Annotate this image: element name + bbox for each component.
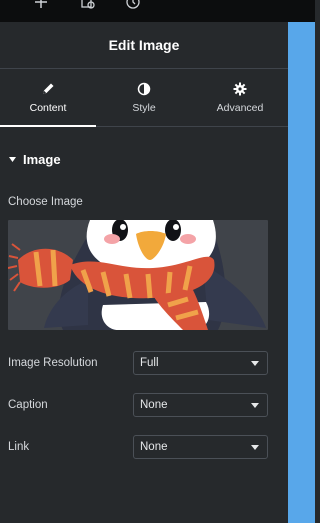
top-toolbar xyxy=(0,0,288,22)
image-preview[interactable] xyxy=(8,220,268,330)
field-caption: Caption None xyxy=(8,393,268,417)
pencil-icon xyxy=(43,83,54,94)
dropdown-arrow-icon xyxy=(251,444,259,450)
field-image-resolution: Image Resolution Full xyxy=(8,351,268,375)
caption-label: Caption xyxy=(8,399,48,411)
link-label: Link xyxy=(8,441,30,453)
image-resolution-value: Full xyxy=(140,357,159,369)
dropdown-arrow-icon xyxy=(251,360,259,366)
panel-tabs: Content Style Advanced xyxy=(0,69,288,127)
tab-content-label: Content xyxy=(29,101,67,114)
history-icon[interactable] xyxy=(125,0,141,10)
panel-title: Edit Image xyxy=(108,37,180,53)
section-title: Image xyxy=(23,151,61,167)
dropdown-arrow-icon xyxy=(251,402,259,408)
section-image-toggle[interactable]: Image xyxy=(0,151,288,167)
tab-content[interactable]: Content xyxy=(0,69,96,127)
canvas-accent-area xyxy=(288,22,315,523)
caption-select[interactable]: None xyxy=(133,393,268,417)
caption-value: None xyxy=(140,399,168,411)
image-resolution-select[interactable]: Full xyxy=(133,351,268,375)
tab-style-label: Style xyxy=(132,101,156,114)
tab-advanced[interactable]: Advanced xyxy=(192,69,288,126)
penguin-illustration xyxy=(8,220,266,330)
caret-down-icon xyxy=(9,156,16,162)
plus-icon[interactable] xyxy=(33,0,49,10)
link-value: None xyxy=(140,441,168,453)
settings-file-icon[interactable] xyxy=(80,0,96,10)
editor-panel: Edit Image Content Style Advanced Image … xyxy=(0,22,288,523)
image-resolution-label: Image Resolution xyxy=(8,357,98,369)
half-circle-icon xyxy=(137,82,151,95)
link-select[interactable]: None xyxy=(133,435,268,459)
choose-image-label: Choose Image xyxy=(8,196,83,208)
tab-advanced-label: Advanced xyxy=(216,101,264,114)
tab-style[interactable]: Style xyxy=(96,69,192,126)
field-link: Link None xyxy=(8,435,268,459)
canvas-preview-edge xyxy=(288,0,315,523)
panel-header: Edit Image xyxy=(0,22,288,69)
gear-icon xyxy=(233,82,247,95)
